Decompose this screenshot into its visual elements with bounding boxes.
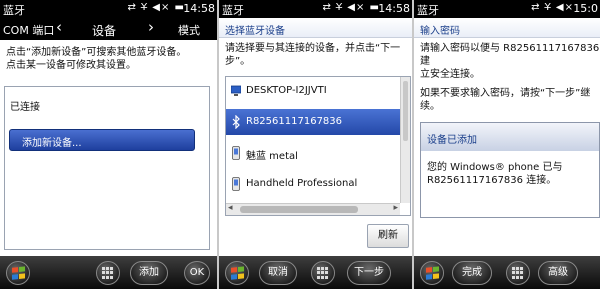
select-bluetooth-device-screen: 蓝牙 ⇄ Y̶ ◀× ▬ 14:58 选择蓝牙设备 请选择要与其连接的设备，并点…	[219, 0, 412, 289]
device-name: Handheld Professional	[246, 178, 358, 189]
device-row-selected[interactable]: R82561117167836	[226, 109, 400, 135]
status-icons: ⇄ Y̶ ◀× ▬	[127, 2, 185, 13]
windows-logo-icon	[231, 266, 245, 280]
tab-prev-arrow-icon[interactable]: ‹	[56, 18, 62, 36]
bluetooth-devices-screen: 蓝牙 ⇄ Y̶ ◀× ▬ 14:58 COM 端口 ‹ 设备 › 模式 点击“添…	[0, 0, 217, 289]
screen-title: 输入密码	[420, 26, 460, 37]
instruction-line: 请输入密码以便与 R82561117167836 建	[420, 43, 600, 67]
clock: 14:58	[378, 2, 410, 15]
menu-grid-button[interactable]	[311, 261, 335, 285]
scroll-right-arrow-icon[interactable]: ▸	[393, 203, 398, 213]
instruction-line: 续。	[420, 101, 440, 112]
add-new-device-label: 添加新设备...	[22, 138, 82, 149]
refresh-button[interactable]: 刷新	[367, 224, 409, 248]
instruction-text: 请输入密码以便与 R82561117167836 建 立安全连接。 如果不要求输…	[420, 42, 600, 113]
phone-icon	[232, 177, 240, 191]
device-row[interactable]: DESKTOP-I2JJVTI	[226, 78, 400, 104]
instruction-line: 步”。	[225, 56, 251, 67]
status-icons: ⇄ Y̶ ◀×	[531, 2, 574, 13]
dialog-title-bar: 设备已添加	[421, 123, 599, 151]
add-new-device-button[interactable]: 添加新设备...	[9, 129, 195, 151]
screen-title-bar: 输入密码	[414, 18, 600, 38]
device-row[interactable]: 魅蓝 metal	[226, 140, 400, 166]
phone-icon	[232, 146, 240, 160]
app-name: 蓝牙	[417, 4, 439, 17]
instruction-line: 请选择要与其连接的设备，并点击“下一	[225, 43, 401, 54]
horizontal-scrollbar[interactable]: ◂ ▸	[226, 203, 400, 215]
start-button[interactable]	[225, 261, 249, 285]
instruction-line: 点击某一设备可修改其设置。	[6, 60, 136, 71]
horizontal-scroll-thumb[interactable]	[240, 206, 358, 213]
dialog-message: 您的 Windows® phone 已与 R82561117167836 连接。	[427, 161, 562, 187]
instruction-line: 如果不要求输入密码，请按“下一步”继	[420, 88, 591, 99]
dialog-message-line: 您的 Windows® phone 已与	[427, 162, 563, 173]
app-name: 蓝牙	[222, 4, 244, 17]
start-button[interactable]	[6, 261, 30, 285]
instruction-line: 点击“添加新设备”可搜索其他蓝牙设备。	[6, 47, 187, 58]
start-button[interactable]	[420, 261, 444, 285]
scroll-left-arrow-icon[interactable]: ◂	[228, 203, 233, 213]
device-name: DESKTOP-I2JJVTI	[246, 85, 327, 96]
clock: 15:0	[573, 2, 598, 15]
soft-key-bar: 添加 OK	[0, 256, 217, 289]
screen-title-bar: 选择蓝牙设备	[219, 18, 412, 38]
device-list: 已连接 添加新设备...	[4, 86, 210, 250]
grid-icon	[102, 267, 114, 279]
bluetooth-icon	[232, 115, 240, 129]
device-row[interactable]: Handheld Professional	[226, 171, 400, 197]
windows-logo-icon	[12, 266, 26, 280]
menu-grid-button[interactable]	[96, 261, 120, 285]
tab-next-arrow-icon[interactable]: ›	[148, 18, 154, 36]
clock: 14:58	[183, 2, 215, 15]
status-bar: 蓝牙 ⇄ Y̶ ◀× ▬ 14:58	[0, 0, 217, 18]
dialog-title: 设备已添加	[427, 135, 477, 146]
status-bar: 蓝牙 ⇄ Y̶ ◀× 15:0	[414, 0, 600, 18]
tab-devices[interactable]: 设备	[92, 22, 116, 39]
soft-key-bar: 完成 高级	[414, 256, 600, 289]
tab-com-port[interactable]: COM 端口	[3, 22, 54, 38]
enter-passcode-screen: 蓝牙 ⇄ Y̶ ◀× 15:0 输入密码 请输入密码以便与 R825611171…	[414, 0, 600, 289]
device-name: R82561117167836	[246, 116, 343, 127]
grid-icon	[512, 267, 524, 279]
status-icons: ⇄ Y̶ ◀× ▬	[322, 2, 380, 13]
tab-bar: COM 端口 ‹ 设备 › 模式	[0, 18, 217, 40]
windows-logo-icon	[426, 266, 440, 280]
section-connected: 已连接	[10, 102, 40, 113]
device-name: 魅蓝 metal	[246, 151, 298, 162]
device-added-dialog: 设备已添加 您的 Windows® phone 已与 R825611171678…	[420, 122, 600, 218]
computer-icon	[231, 85, 241, 96]
done-softkey-button[interactable]: 完成	[452, 261, 492, 285]
instruction-text: 请选择要与其连接的设备，并点击“下一 步”。	[225, 42, 400, 68]
add-softkey-button[interactable]: 添加	[130, 261, 168, 285]
app-name: 蓝牙	[3, 4, 25, 17]
status-bar: 蓝牙 ⇄ Y̶ ◀× ▬ 14:58	[219, 0, 412, 18]
menu-grid-button[interactable]	[506, 261, 530, 285]
advanced-softkey-button[interactable]: 高级	[538, 261, 578, 285]
ok-button[interactable]: OK	[184, 261, 210, 285]
soft-key-bar: 取消 下一步	[219, 256, 412, 289]
device-picker-list: DESKTOP-I2JJVTI R82561117167836 魅蓝 metal…	[225, 76, 411, 216]
instruction-line: 立安全连接。	[420, 69, 480, 80]
next-softkey-button[interactable]: 下一步	[347, 261, 391, 285]
vertical-scroll-thumb[interactable]	[403, 81, 408, 141]
grid-icon	[317, 267, 329, 279]
dialog-message-line: R82561117167836 连接。	[427, 175, 557, 186]
vertical-scrollbar[interactable]	[400, 77, 410, 203]
cancel-softkey-button[interactable]: 取消	[259, 261, 297, 285]
screen-title: 选择蓝牙设备	[225, 26, 285, 37]
tab-mode[interactable]: 模式	[178, 22, 200, 38]
instruction-text: 点击“添加新设备”可搜索其他蓝牙设备。 点击某一设备可修改其设置。	[6, 46, 186, 72]
